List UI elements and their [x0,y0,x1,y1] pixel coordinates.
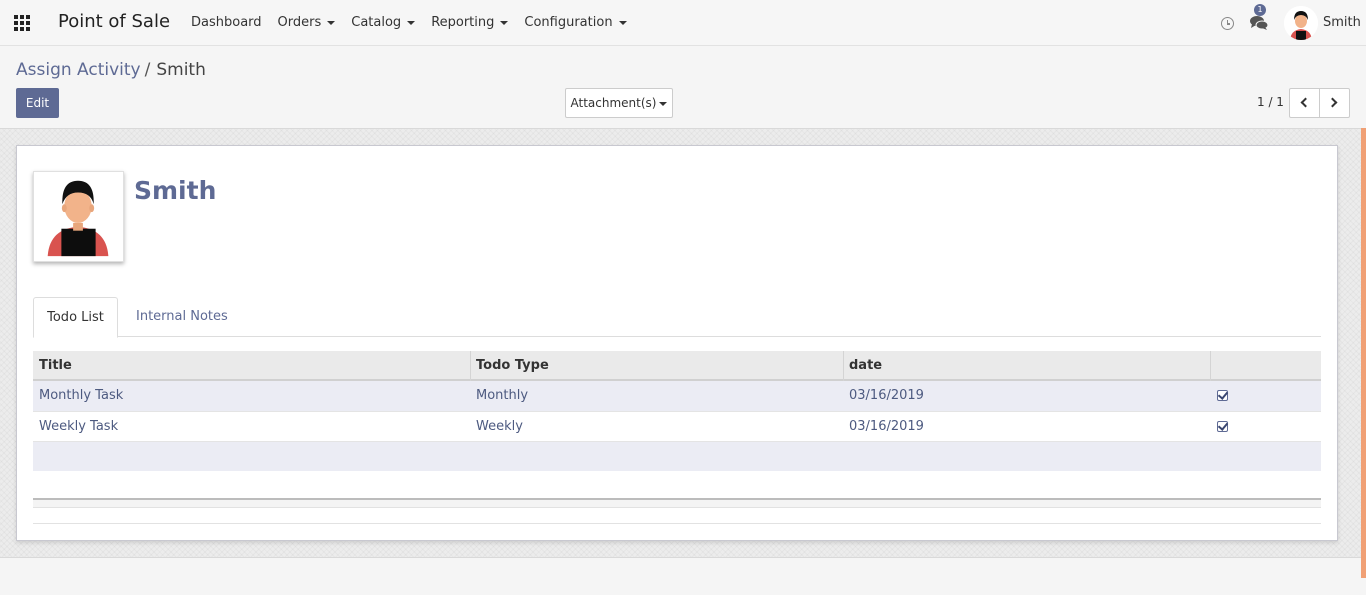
row-title[interactable]: Monthly Task [39,381,123,411]
menu-label: Dashboard [191,15,262,30]
row-title[interactable]: Weekly Task [39,412,118,442]
table-row-empty [33,441,1321,471]
column-todo-type[interactable]: Todo Type [476,351,549,381]
pager-value[interactable]: 1 / 1 [1257,95,1284,109]
breadcrumb-separator: / [144,60,151,80]
caret-down-icon [407,20,416,25]
caret-down-icon [618,20,627,25]
chat-icon[interactable] [1249,14,1269,32]
clock-icon[interactable] [1221,17,1234,30]
record-title: Smith [134,176,217,205]
breadcrumb-parent[interactable]: Assign Activity [16,60,141,80]
pager-next-button[interactable] [1319,88,1350,118]
checkbox-checked-icon[interactable] [1217,421,1228,432]
menu-item-catalog[interactable]: Catalog [343,0,423,46]
row-todo-type[interactable]: Monthly [476,381,528,411]
scrollbar-accent[interactable] [1361,128,1366,578]
user-avatar-image [1284,6,1318,40]
record-avatar[interactable] [33,171,124,262]
breadcrumb-current: Smith [156,60,206,80]
apps-grid-icon[interactable] [14,15,32,31]
app-brand: Point of Sale [58,11,171,32]
main-menu: Dashboard Orders Catalog Reporting Confi… [183,0,635,46]
table-divider [33,523,1321,524]
caret-down-icon [327,20,336,25]
menu-item-orders[interactable]: Orders [270,0,344,46]
chevron-right-icon [1327,97,1338,108]
menu-label: Orders [277,15,322,30]
tab-todo-list[interactable]: Todo List [33,297,118,338]
menu-label: Catalog [351,15,402,30]
top-navbar: Point of Sale Dashboard Orders Catalog R… [0,0,1366,46]
attachments-dropdown[interactable]: Attachment(s) [565,88,673,118]
chat-badge: 1 [1254,4,1266,16]
row-date[interactable]: 03/16/2019 [849,381,924,411]
edit-button[interactable]: Edit [16,88,59,118]
menu-label: Configuration [524,15,613,30]
row-date[interactable]: 03/16/2019 [849,412,924,442]
table-row[interactable]: Weekly Task Weekly 03/16/2019 [33,411,1321,441]
user-avatar[interactable] [1284,6,1318,40]
pager-previous-button[interactable] [1289,88,1320,118]
checkbox-checked-icon[interactable] [1217,390,1228,401]
row-todo-type[interactable]: Weekly [476,412,523,442]
form-sheet: Smith Todo List Internal Notes Title Tod… [16,145,1338,541]
breadcrumb: Assign Activity / Smith [16,60,206,80]
todo-table: Title Todo Type date Monthly Task Monthl… [33,351,1321,471]
notebook-tabs: Todo List Internal Notes [33,297,1321,338]
column-title[interactable]: Title [39,351,72,381]
record-avatar-image [34,172,123,261]
caret-down-icon [500,20,509,25]
tab-internal-notes[interactable]: Internal Notes [136,297,228,337]
attachments-label: Attachment(s) [570,96,657,110]
menu-item-reporting[interactable]: Reporting [423,0,516,46]
menu-label: Reporting [431,15,495,30]
table-footer [33,498,1321,508]
caret-down-icon [659,101,668,106]
chevron-left-icon [1300,97,1311,108]
table-header: Title Todo Type date [33,351,1321,381]
menu-item-dashboard[interactable]: Dashboard [183,0,270,46]
column-date[interactable]: date [849,351,882,381]
user-name[interactable]: Smith [1323,15,1361,30]
menu-item-configuration[interactable]: Configuration [516,0,634,46]
table-row[interactable]: Monthly Task Monthly 03/16/2019 [33,381,1321,411]
